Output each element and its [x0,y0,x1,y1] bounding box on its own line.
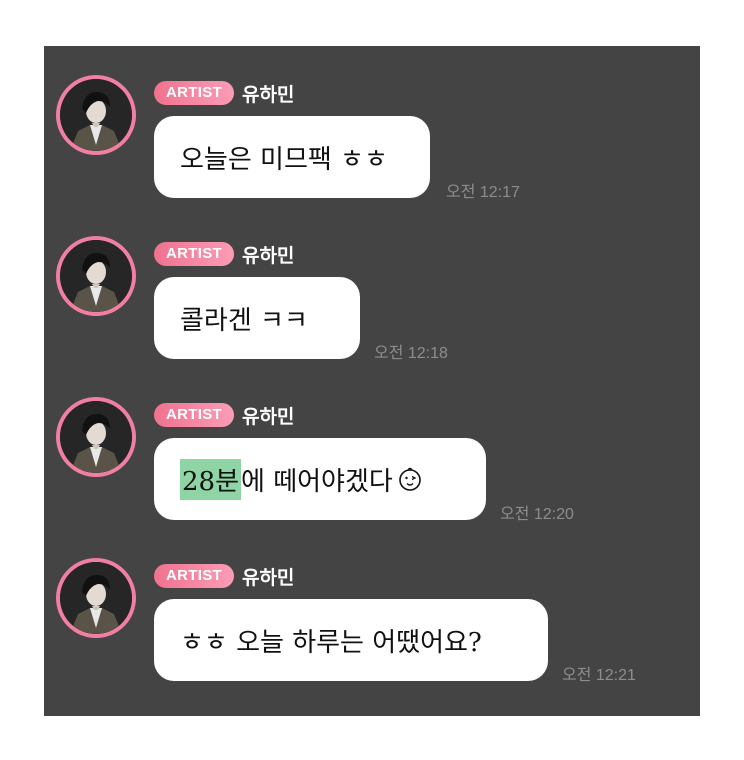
sender-row: ARTIST 유하민 [154,402,294,428]
chat-message: ARTIST 유하민 28분 에 떼어야겠다 오전 12:20 [44,368,700,523]
sender-name[interactable]: 유하민 [242,241,294,268]
message-timestamp: 오전 12:21 [562,667,636,684]
message-text: 콜라겐 ㅋㅋ [180,305,308,336]
chat-message: ARTIST 유하민 ㅎㅎ 오늘 하루는 어땠어요? 오전 12:21 [44,529,700,684]
artist-badge: ARTIST [154,81,234,105]
chat-message: ARTIST 유하민 콜라겐 ㅋㅋ 오전 12:18 [44,207,700,362]
sender-row: ARTIST 유하민 [154,563,294,589]
avatar-image [60,79,132,151]
message-timestamp: 오전 12:17 [446,184,520,201]
message-bubble[interactable]: ㅎㅎ 오늘 하루는 어땠어요? [154,599,548,681]
message-text: 에 떼어야겠다 [241,466,393,497]
avatar[interactable] [56,236,136,316]
message-bubble[interactable]: 28분 에 떼어야겠다 [154,438,486,520]
sender-name[interactable]: 유하민 [242,402,294,429]
avatar[interactable] [56,75,136,155]
avatar-image [60,240,132,312]
message-text: ㅎㅎ 오늘 하루는 어땠어요? [180,627,482,658]
sender-row: ARTIST 유하민 [154,241,294,267]
avatar[interactable] [56,397,136,477]
message-timestamp: 오전 12:18 [374,345,448,362]
artist-badge: ARTIST [154,242,234,266]
message-bubble[interactable]: 오늘은 미므팩 ㅎㅎ [154,116,430,198]
avatar-image [60,562,132,634]
message-text: 오늘은 미므팩 ㅎㅎ [180,144,388,175]
highlighted-text: 28분 [180,458,242,500]
message-bubble[interactable]: 콜라겐 ㅋㅋ [154,277,360,359]
message-timestamp: 오전 12:20 [500,506,574,523]
chat-message: ARTIST 유하민 오늘은 미므팩 ㅎㅎ 오전 12:17 [44,46,700,201]
chat-panel: ARTIST 유하민 오늘은 미므팩 ㅎㅎ 오전 12:17 ARTIST 유하… [44,46,700,716]
avatar[interactable] [56,558,136,638]
smiley-face-icon [399,467,421,491]
artist-badge: ARTIST [154,564,234,588]
avatar-image [60,401,132,473]
artist-badge: ARTIST [154,403,234,427]
sender-row: ARTIST 유하민 [154,80,294,106]
sender-name[interactable]: 유하민 [242,80,294,107]
sender-name[interactable]: 유하민 [242,563,294,590]
